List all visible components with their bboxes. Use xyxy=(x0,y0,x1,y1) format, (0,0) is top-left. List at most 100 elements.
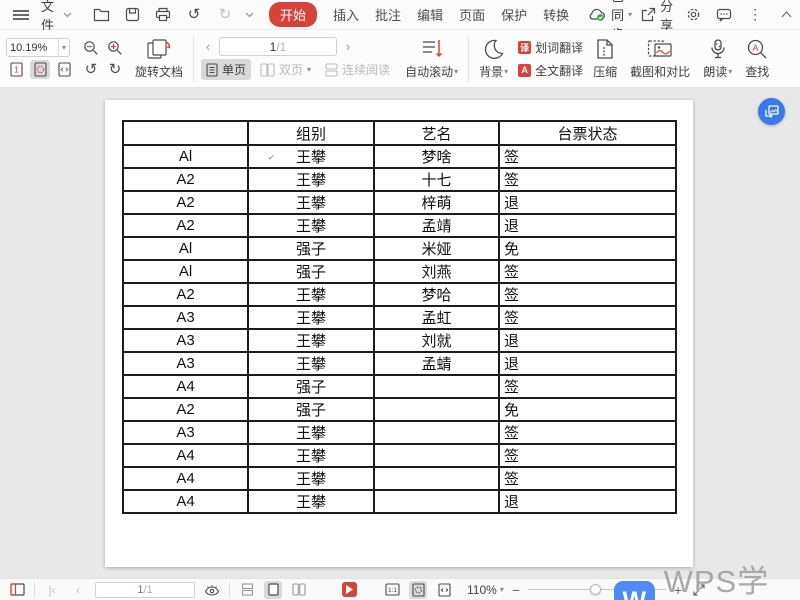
read-aloud-button[interactable]: 朗读▾ xyxy=(700,33,735,85)
rotate-right-button[interactable]: ↻ xyxy=(105,60,125,79)
find-button[interactable]: A 查找 xyxy=(742,33,772,85)
status-actual-size-button[interactable]: 1:1 xyxy=(383,581,401,599)
view-mode-button[interactable] xyxy=(203,581,221,599)
double-page-layout-icon xyxy=(292,583,306,596)
moon-icon xyxy=(483,38,505,60)
single-page-mode-button[interactable]: 单页 xyxy=(201,59,251,80)
status-fit-page-button[interactable] xyxy=(409,581,427,599)
screenshot-compare-label: 截图和对比 xyxy=(630,63,690,80)
table-cell: A3 xyxy=(123,329,248,352)
first-page-icon: |‹ xyxy=(48,583,55,597)
fullscreen-button[interactable] xyxy=(690,581,708,599)
zoom-in-button[interactable] xyxy=(105,38,125,57)
table-cell: 王攀 xyxy=(248,214,374,237)
collapse-ribbon-button[interactable] xyxy=(775,4,797,26)
convert-to-image-floating-button[interactable] xyxy=(758,98,785,125)
rotate-left-button[interactable]: ↺ xyxy=(81,60,101,79)
first-page-button[interactable]: |‹ xyxy=(43,581,61,599)
next-page-button[interactable]: › xyxy=(341,39,355,54)
word-translate-icon: 译 xyxy=(518,41,531,54)
zoom-increase-button[interactable]: + xyxy=(674,583,682,597)
undo-icon: ↺ xyxy=(188,7,201,22)
document-area[interactable]: 组别 艺名 台票状态 Al✓王攀梦啥签A2王攀十七签A2王攀梓萌退A2王攀孟靖退… xyxy=(0,88,800,578)
table-cell: 孟虹 xyxy=(374,306,499,329)
table-cell: 王攀 xyxy=(248,283,374,306)
fit-width-icon xyxy=(58,62,71,77)
settings-button[interactable] xyxy=(682,4,704,26)
table-row: A4王攀退 xyxy=(123,490,676,513)
auto-scroll-button[interactable]: 自动滚动▾ xyxy=(402,33,461,85)
kebab-icon: ⋮ xyxy=(748,6,762,23)
file-menu[interactable]: 文件 xyxy=(41,0,54,34)
play-icon xyxy=(346,585,353,594)
compress-button[interactable]: 压缩 xyxy=(590,33,620,85)
table-row: A2王攀梦哈签 xyxy=(123,283,676,306)
open-file-button[interactable] xyxy=(90,4,112,26)
table-cell xyxy=(374,421,499,444)
feedback-button[interactable] xyxy=(713,4,735,26)
table-cell: Al xyxy=(123,237,248,260)
word-translate-button[interactable]: 译 划词翻译 xyxy=(518,37,583,57)
table-cell: 刘就 xyxy=(374,329,499,352)
tab-edit[interactable]: 编辑 xyxy=(417,5,443,24)
tab-home[interactable]: 开始 xyxy=(269,2,317,27)
status-double-page-button[interactable] xyxy=(290,581,308,599)
actual-size-button[interactable]: 1 xyxy=(6,60,26,79)
title-bar: 文件 ↺ ↻ 开始 插入 批注 编辑 页面 保护 转换 已同步 ▾ xyxy=(0,0,800,30)
table-cell: 免 xyxy=(499,398,676,421)
save-button[interactable] xyxy=(121,4,143,26)
table-cell: A3 xyxy=(123,421,248,444)
status-fit-width-button[interactable] xyxy=(435,581,453,599)
microphone-icon xyxy=(708,38,728,60)
zoom-out-button[interactable] xyxy=(81,38,101,57)
table-row: A2强子免 xyxy=(123,398,676,421)
table-cell: 强子 xyxy=(248,260,374,283)
full-translate-button[interactable]: A 全文翻译 xyxy=(518,60,583,80)
table-header-row: 组别 艺名 台票状态 xyxy=(123,121,676,145)
continuous-reading-button[interactable]: 连续阅读 xyxy=(320,59,395,80)
table-cell: 梦哈 xyxy=(374,283,499,306)
fit-page-button[interactable] xyxy=(30,60,50,79)
one-to-one-icon: 1:1 xyxy=(385,583,400,596)
double-page-mode-button[interactable]: 双页 ▾ xyxy=(255,59,316,80)
redo-button[interactable]: ↻ xyxy=(214,4,236,26)
tab-page[interactable]: 页面 xyxy=(459,5,485,24)
zoom-slider[interactable] xyxy=(528,583,666,597)
share-button[interactable]: 分享 xyxy=(641,0,673,34)
screenshot-compare-button[interactable]: 截图和对比 xyxy=(627,33,693,85)
tab-comment[interactable]: 批注 xyxy=(375,5,401,24)
status-page-input[interactable]: 1 /1 xyxy=(95,582,195,598)
print-button[interactable] xyxy=(152,4,174,26)
undo-button[interactable]: ↺ xyxy=(183,4,205,26)
zoom-slider-knob[interactable] xyxy=(590,584,601,595)
svg-text:1:1: 1:1 xyxy=(387,587,396,594)
zoom-in-icon xyxy=(107,40,123,56)
zoom-level-combo[interactable]: 10.19% ▾ xyxy=(6,38,70,57)
table-cell: 孟靖 xyxy=(374,214,499,237)
zoom-decrease-button[interactable]: − xyxy=(512,583,520,597)
status-single-page-button[interactable] xyxy=(264,581,282,599)
hamburger-menu-button[interactable] xyxy=(10,4,32,26)
more-commands-chevron-icon[interactable] xyxy=(245,12,254,18)
data-table: 组别 艺名 台票状态 Al✓王攀梦啥签A2王攀十七签A2王攀梓萌退A2王攀孟靖退… xyxy=(122,120,677,514)
page-navigation-group: ‹ 1 /1 › 单页 双页 ▾ xyxy=(201,37,395,80)
background-button[interactable]: 背景▾ xyxy=(476,33,511,85)
table-row: A4强子签 xyxy=(123,375,676,398)
status-zoom-dropdown[interactable]: 110% ▾ xyxy=(467,583,504,597)
tab-protect[interactable]: 保护 xyxy=(501,5,527,24)
sidebar-toggle-button[interactable] xyxy=(8,581,26,599)
chevron-down-icon[interactable] xyxy=(63,12,72,18)
table-cell: Al xyxy=(123,260,248,283)
previous-page-button[interactable]: ‹ xyxy=(201,39,215,54)
rotate-document-button[interactable]: 旋转文档 xyxy=(132,33,186,85)
play-presentation-button[interactable] xyxy=(342,582,357,597)
page-number-input[interactable]: 1 /1 xyxy=(219,37,337,56)
tab-insert[interactable]: 插入 xyxy=(333,5,359,24)
more-options-button[interactable]: ⋮ xyxy=(744,4,766,26)
table-cell: 强子 xyxy=(248,237,374,260)
tab-convert[interactable]: 转换 xyxy=(543,5,569,24)
fit-width-button[interactable] xyxy=(54,60,74,79)
table-cell: 免 xyxy=(499,237,676,260)
prev-page-button[interactable]: ‹ xyxy=(69,581,87,599)
status-continuous-button[interactable] xyxy=(238,581,256,599)
